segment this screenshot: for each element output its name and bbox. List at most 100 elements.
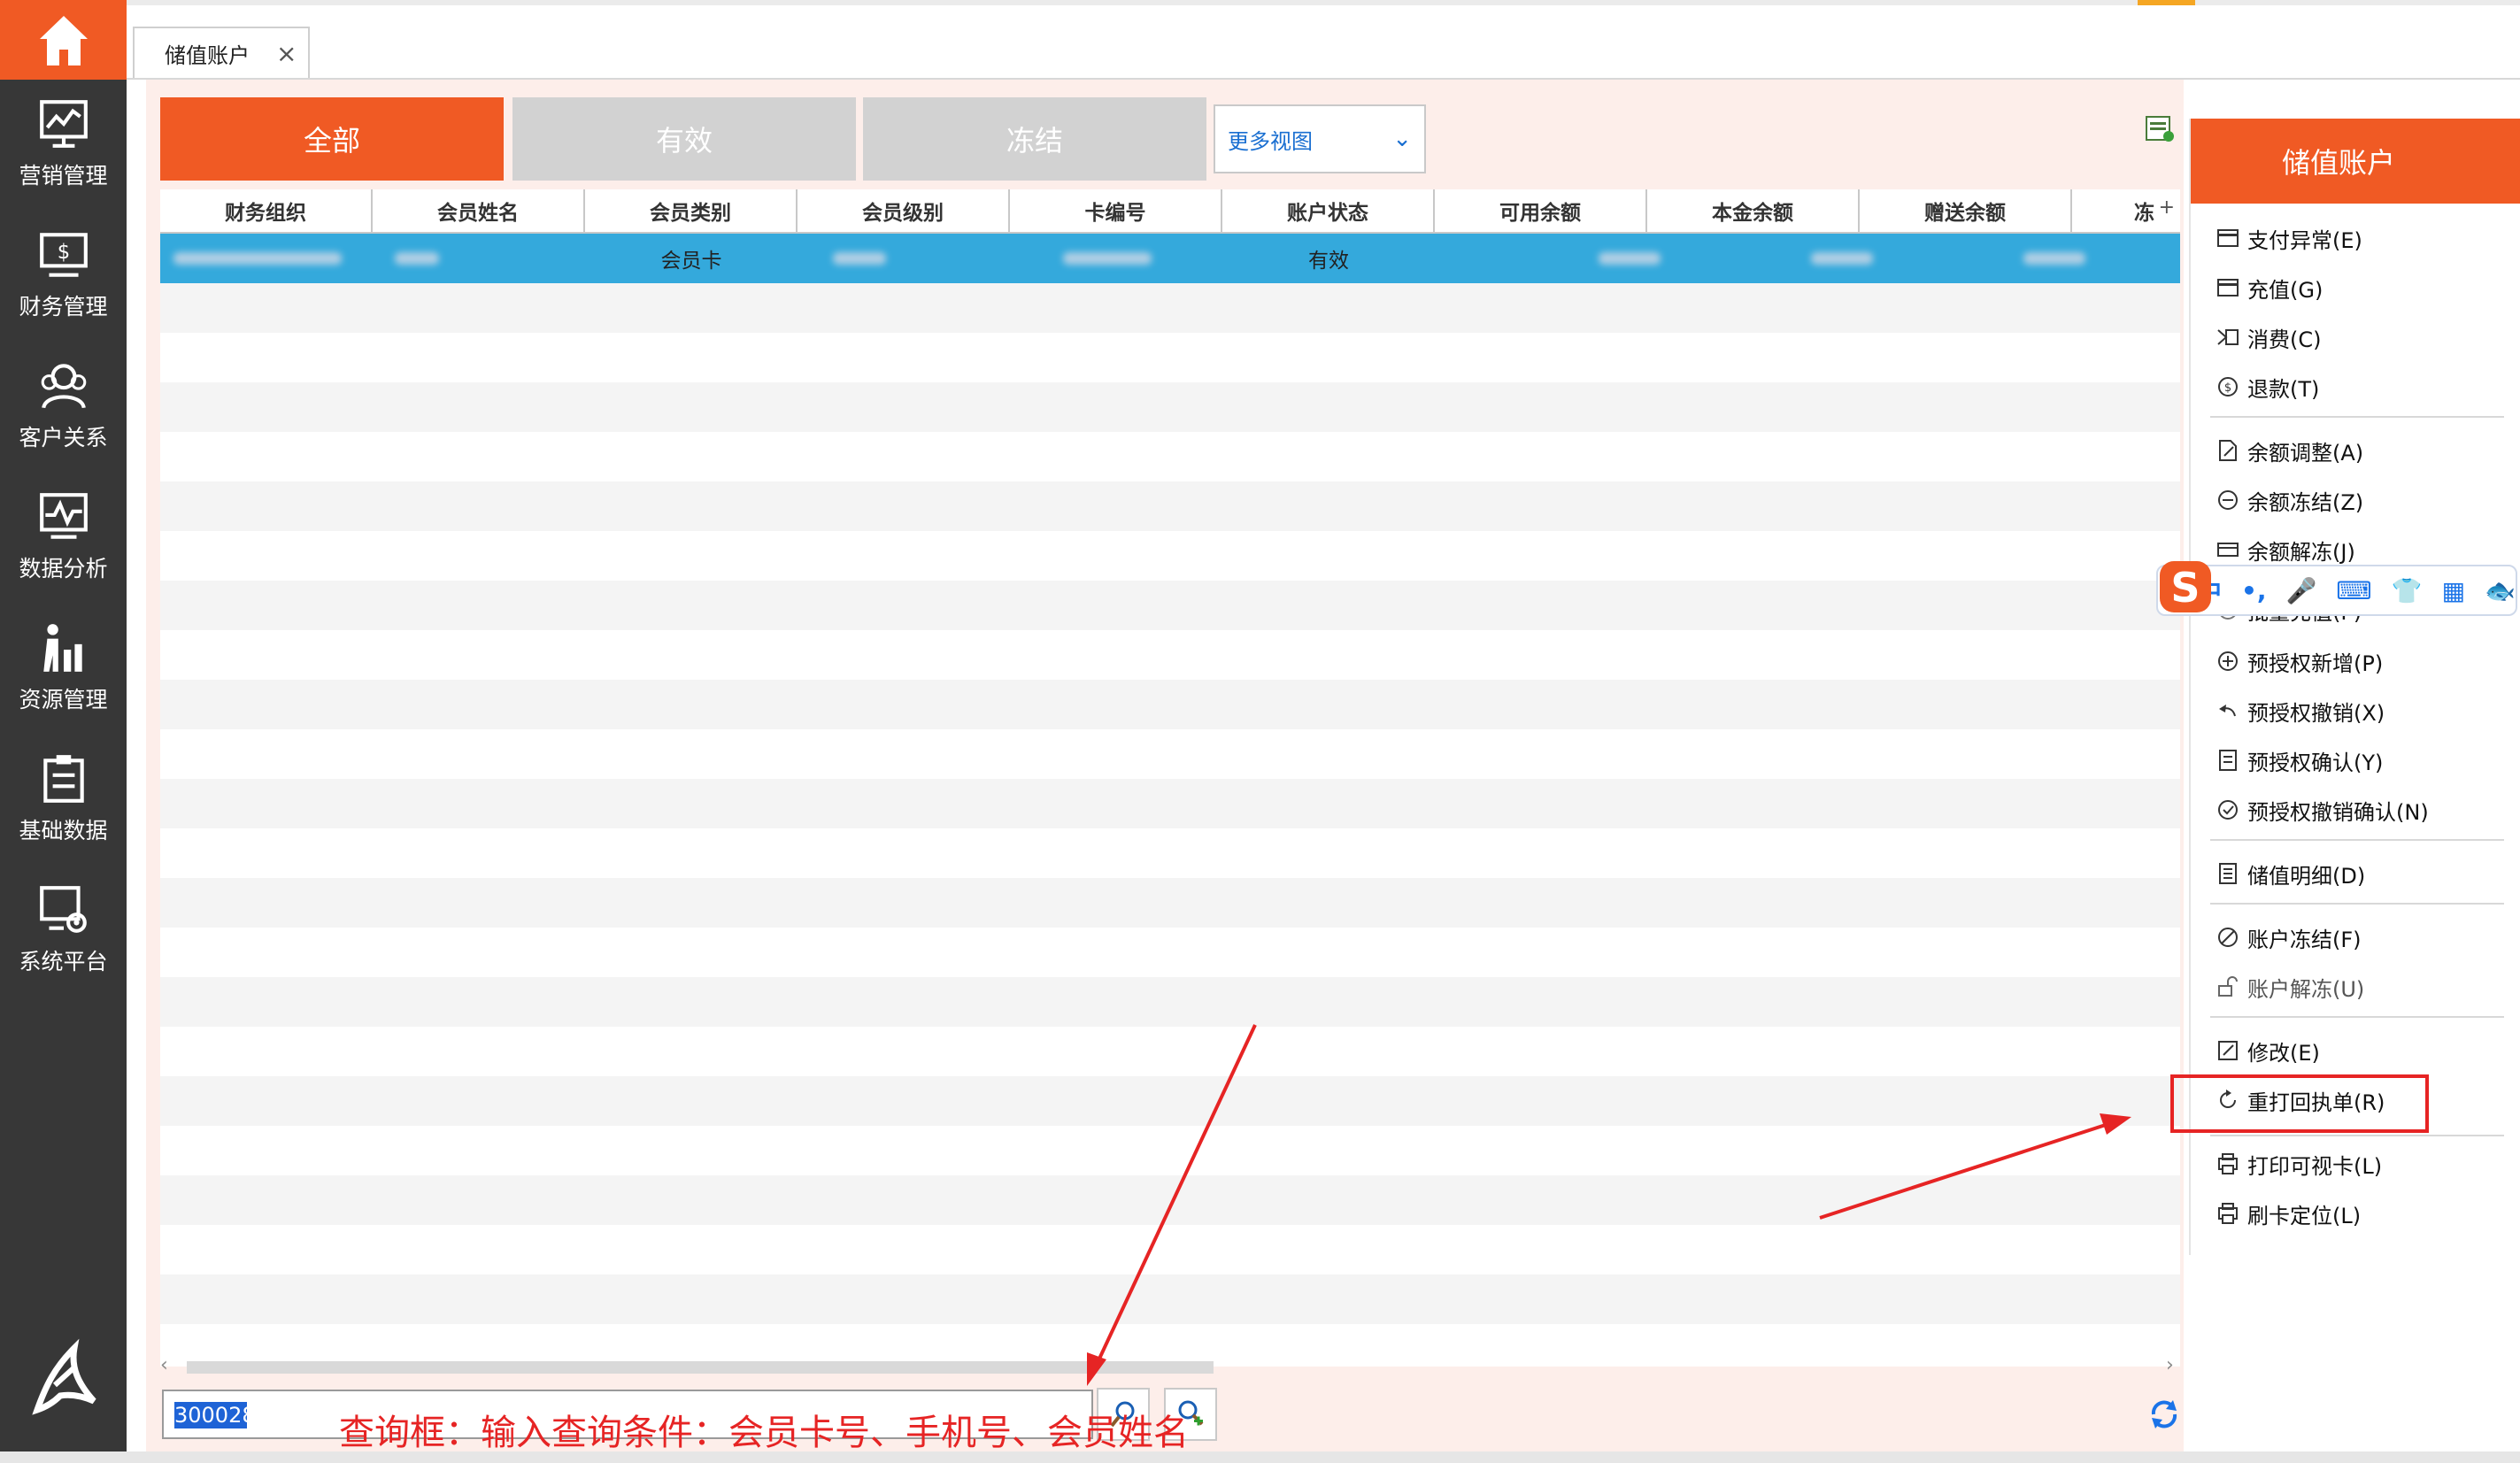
- nav-item-resources[interactable]: 资源管理: [0, 605, 127, 729]
- action-label: 预授权撤销(X): [2247, 700, 2385, 726]
- action-recharge[interactable]: 充值(G): [2216, 267, 2323, 308]
- action-print-visual-card[interactable]: 打印可视卡(L): [2216, 1143, 2382, 1184]
- column-header[interactable]: 本金余额: [1647, 189, 1860, 232]
- sogou-logo-icon[interactable]: S: [2156, 558, 2215, 616]
- minus-circle-icon: [2218, 490, 2238, 510]
- action-balance-freeze[interactable]: 余额冻结(Z): [2216, 480, 2363, 520]
- action-modify[interactable]: 修改(E): [2216, 1030, 2320, 1071]
- marketing-chart-icon: [39, 100, 88, 148]
- home-button[interactable]: [0, 0, 127, 80]
- filter-all-button[interactable]: 全部: [160, 97, 504, 181]
- edit-doc-icon: [2219, 440, 2237, 461]
- column-header[interactable]: 可用余额: [1435, 189, 1647, 232]
- action-account-unfreeze[interactable]: 账户解冻(U): [2216, 966, 2364, 1007]
- table-row: [160, 828, 2180, 878]
- column-header[interactable]: 账户状态: [1222, 189, 1435, 232]
- card-icon: [2217, 279, 2239, 296]
- svg-text:$: $: [57, 241, 69, 264]
- skin-icon[interactable]: 👕: [2392, 576, 2423, 605]
- action-account-freeze[interactable]: 账户冻结(F): [2216, 917, 2362, 958]
- action-balance-adjust[interactable]: 余额调整(A): [2216, 430, 2363, 471]
- close-icon[interactable]: ×: [276, 39, 297, 68]
- mascot-icon[interactable]: 🐟: [2485, 576, 2516, 605]
- scroll-left-icon[interactable]: ‹: [160, 1354, 168, 1376]
- column-header[interactable]: 卡编号: [1010, 189, 1222, 232]
- blurred-cell: [1063, 252, 1152, 265]
- column-header[interactable]: 财务组织: [160, 189, 373, 232]
- cell-account-status: 有效: [1308, 250, 1349, 273]
- nav-item-basedata[interactable]: 基础数据: [0, 736, 127, 860]
- action-swipe-locate[interactable]: 刷卡定位(L): [2216, 1193, 2361, 1234]
- table-row: [160, 1324, 2180, 1367]
- action-label: 修改(E): [2247, 1040, 2320, 1066]
- table-row[interactable]: 会员卡 有效: [160, 234, 2180, 283]
- table-row: [160, 531, 2180, 581]
- table-row: [160, 1274, 2180, 1324]
- action-preauth-cancel[interactable]: 预授权撤销(X): [2216, 690, 2385, 731]
- action-label: 预授权新增(P): [2247, 651, 2384, 676]
- action-label: 余额冻结(Z): [2247, 489, 2364, 515]
- action-consume[interactable]: 消费(C): [2216, 317, 2321, 358]
- nav-item-finance[interactable]: $ 财务管理: [0, 212, 127, 336]
- cell-member-category: 会员卡: [660, 250, 722, 273]
- action-preauth-cancel-confirm[interactable]: 预授权撤销确认(N): [2216, 789, 2429, 830]
- unfreeze-icon: [2217, 543, 2239, 557]
- column-header[interactable]: 会员类别: [585, 189, 798, 232]
- nav-label: 系统平台: [19, 949, 108, 974]
- column-header[interactable]: 会员级别: [798, 189, 1010, 232]
- doc-icon: [2219, 750, 2237, 771]
- filter-valid-button[interactable]: 有效: [512, 97, 856, 181]
- brand-logo: [32, 1338, 96, 1415]
- keyboard-icon[interactable]: ⌨: [2336, 576, 2371, 605]
- table-row: [160, 630, 2180, 680]
- scroll-right-icon[interactable]: ›: [2166, 1354, 2174, 1376]
- table-row: [160, 1027, 2180, 1076]
- add-column-icon[interactable]: +: [2159, 196, 2175, 219]
- pencil-icon: [2218, 1041, 2238, 1060]
- tab-stored-value-account[interactable]: 储值账户 ×: [133, 27, 310, 78]
- more-views-label: 更多视图: [1228, 128, 1313, 154]
- clipboard-icon: [42, 755, 84, 803]
- nav-item-analytics[interactable]: 数据分析: [0, 474, 127, 598]
- filter-frozen-button[interactable]: 冻结: [863, 97, 1206, 181]
- more-views-select[interactable]: 更多视图 ⌄: [1214, 104, 1426, 173]
- action-label: 预授权确认(Y): [2247, 750, 2384, 775]
- home-icon: [39, 16, 88, 65]
- table-row: [160, 729, 2180, 779]
- refund-icon: $: [2218, 377, 2238, 397]
- toolbox-icon[interactable]: ▦: [2442, 576, 2465, 605]
- finance-monitor-icon: $: [39, 233, 88, 277]
- action-payment-exception[interactable]: 支付异常(E): [2216, 218, 2362, 258]
- column-header[interactable]: 会员姓名: [373, 189, 585, 232]
- horizontal-scrollbar[interactable]: [187, 1361, 1214, 1374]
- action-label: 刷卡定位(L): [2247, 1203, 2362, 1228]
- table-row: [160, 680, 2180, 729]
- printer-icon: [2218, 1153, 2238, 1174]
- action-label: 消费(C): [2247, 327, 2322, 352]
- nav-item-marketing[interactable]: 营销管理: [0, 81, 127, 205]
- ime-punctuation[interactable]: •,: [2241, 576, 2267, 605]
- microphone-icon[interactable]: 🎤: [2285, 576, 2316, 605]
- table-row: [160, 283, 2180, 333]
- action-label: 打印可视卡(L): [2247, 1153, 2383, 1179]
- action-label: 余额调整(A): [2247, 440, 2364, 466]
- column-header[interactable]: 赠送余额: [1860, 189, 2072, 232]
- action-preauth-confirm[interactable]: 预授权确认(Y): [2216, 740, 2383, 781]
- action-label: 余额解冻(J): [2247, 539, 2355, 565]
- chevron-down-icon: ⌄: [1392, 126, 1412, 152]
- divider: [2210, 903, 2504, 905]
- accounts-grid: 财务组织 会员姓名 会员类别 会员级别 卡编号 账户状态 可用余额 本金余额 赠…: [160, 189, 2180, 1367]
- table-row: [160, 1225, 2180, 1274]
- nav-label: 数据分析: [19, 556, 108, 581]
- action-refund[interactable]: $ 退款(T): [2216, 366, 2319, 407]
- export-excel-icon[interactable]: [2145, 113, 2175, 143]
- divider: [2210, 416, 2504, 418]
- action-preauth-add[interactable]: 预授权新增(P): [2216, 641, 2383, 681]
- action-stored-value-detail[interactable]: 储值明细(D): [2216, 853, 2365, 894]
- refresh-icon[interactable]: [2146, 1397, 2182, 1432]
- nav-item-customers[interactable]: 客户关系: [0, 343, 127, 467]
- nav-item-system[interactable]: 系统平台: [0, 867, 127, 991]
- table-row: [160, 779, 2180, 828]
- card-icon: [2217, 229, 2239, 247]
- blurred-cell: [1811, 252, 1873, 265]
